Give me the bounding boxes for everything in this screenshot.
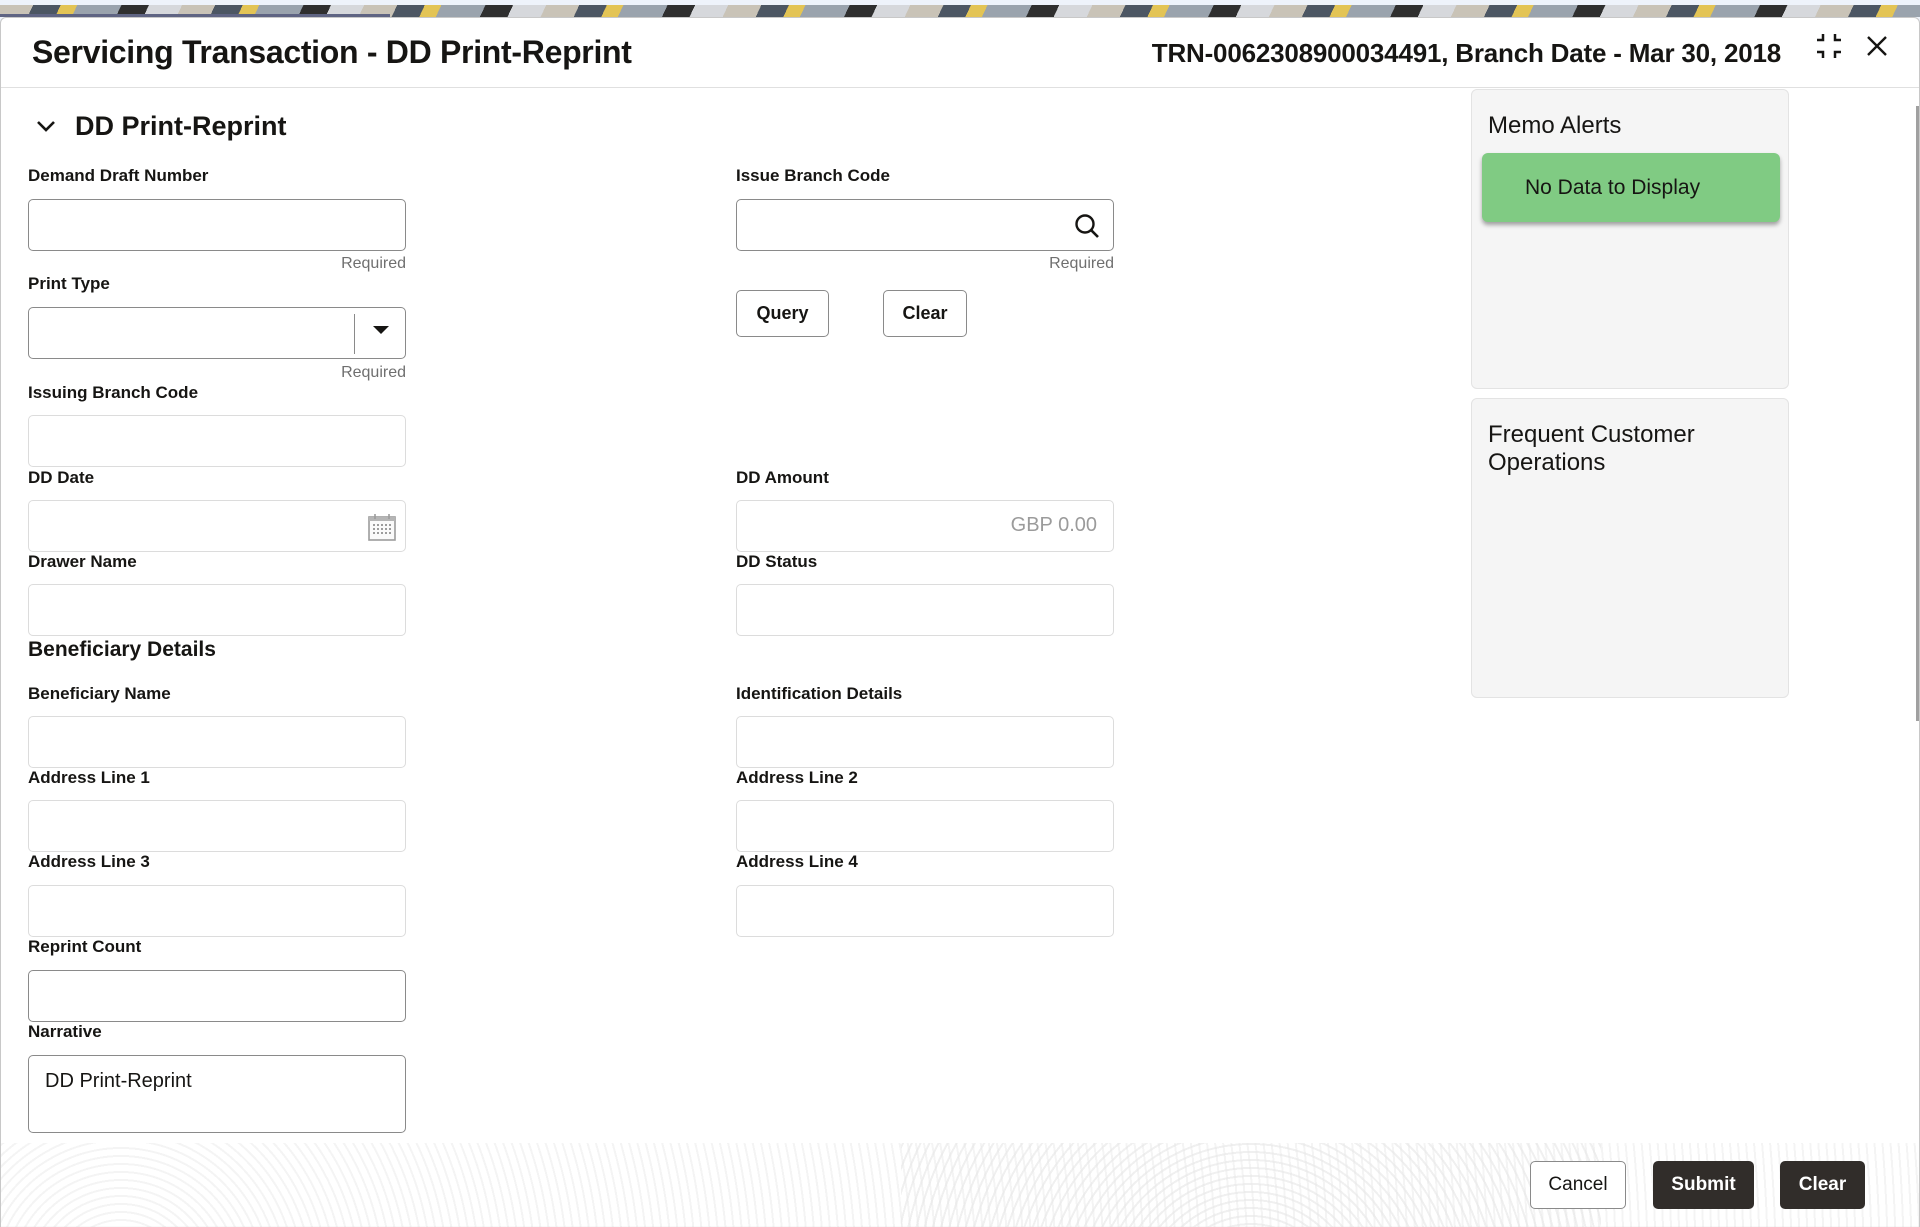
clear-query-button[interactable]: Clear (883, 290, 967, 337)
address-line-1-label: Address Line 1 (28, 768, 150, 787)
address-line-1-input[interactable] (28, 800, 406, 852)
close-button[interactable] (1859, 28, 1895, 64)
print-type-required: Required (341, 364, 406, 381)
dd-status-input[interactable] (736, 584, 1114, 636)
minimize-button[interactable] (1811, 28, 1847, 64)
address-line-3-label: Address Line 3 (28, 852, 150, 871)
memo-alerts-panel: Memo Alerts No Data to Display (1471, 89, 1789, 389)
demand-draft-number-label: Demand Draft Number (28, 166, 209, 185)
beneficiary-details-heading: Beneficiary Details (28, 638, 216, 661)
print-type-select[interactable] (28, 307, 406, 359)
print-type-label: Print Type (28, 274, 110, 293)
memo-alerts-empty-state: No Data to Display (1482, 153, 1780, 222)
search-icon[interactable] (1073, 212, 1101, 240)
dd-status-label: DD Status (736, 552, 818, 571)
drawer-name-label: Drawer Name (28, 552, 137, 571)
submit-button[interactable]: Submit (1653, 1161, 1754, 1209)
beneficiary-name-label: Beneficiary Name (28, 684, 171, 703)
memo-alerts-title: Memo Alerts (1488, 112, 1622, 139)
select-divider (354, 314, 355, 354)
dd-amount-value: GBP 0.00 (1010, 514, 1097, 536)
drawer-name-input[interactable] (28, 584, 406, 636)
demand-draft-number-input[interactable] (28, 199, 406, 251)
cancel-button[interactable]: Cancel (1530, 1161, 1626, 1209)
collapse-arrows-icon (1817, 34, 1841, 58)
footer-pattern (901, 1143, 1601, 1227)
vertical-scrollbar[interactable] (1916, 106, 1919, 721)
identification-details-input[interactable] (736, 716, 1114, 768)
clear-button[interactable]: Clear (1780, 1161, 1865, 1209)
issue-branch-code-label: Issue Branch Code (736, 166, 890, 185)
identification-details-label: Identification Details (736, 684, 903, 703)
dialog-header: Servicing Transaction - DD Print-Reprint… (1, 18, 1919, 88)
close-icon (1867, 36, 1887, 56)
address-line-4-input[interactable] (736, 885, 1114, 937)
section-title: DD Print-Reprint (75, 110, 287, 141)
address-line-2-label: Address Line 2 (736, 768, 858, 787)
page-title: Servicing Transaction - DD Print-Reprint (32, 34, 632, 70)
reprint-count-label: Reprint Count (28, 937, 142, 956)
calendar-icon[interactable] (367, 512, 397, 542)
dd-date-label: DD Date (28, 468, 95, 487)
issue-branch-code-input[interactable] (736, 199, 1114, 251)
reprint-count-input[interactable] (28, 970, 406, 1022)
caret-down-icon[interactable] (373, 326, 389, 334)
transaction-dialog: Servicing Transaction - DD Print-Reprint… (0, 17, 1920, 1227)
chevron-down-icon[interactable] (31, 111, 61, 141)
narrative-label: Narrative (28, 1022, 102, 1041)
issuing-branch-code-label: Issuing Branch Code (28, 383, 199, 402)
frequent-customer-operations-panel: Frequent Customer Operations (1471, 398, 1789, 698)
frequent-customer-operations-title: Frequent Customer Operations (1488, 421, 1695, 476)
dd-amount-label: DD Amount (736, 468, 829, 487)
transaction-reference: TRN-0062308900034491, Branch Date - Mar … (1151, 38, 1781, 68)
query-button[interactable]: Query (736, 290, 829, 337)
issuing-branch-code-input[interactable] (28, 415, 406, 467)
address-line-3-input[interactable] (28, 885, 406, 937)
issue-branch-code-required: Required (1049, 255, 1114, 272)
dd-amount-input[interactable]: GBP 0.00 (736, 500, 1114, 552)
dd-date-input[interactable] (28, 500, 406, 552)
section-header[interactable]: DD Print-Reprint (31, 106, 287, 146)
demand-draft-number-required: Required (341, 255, 406, 272)
narrative-textarea[interactable]: DD Print-Reprint (28, 1055, 406, 1133)
address-line-4-label: Address Line 4 (736, 852, 858, 871)
address-line-2-input[interactable] (736, 800, 1114, 852)
beneficiary-name-input[interactable] (28, 716, 406, 768)
